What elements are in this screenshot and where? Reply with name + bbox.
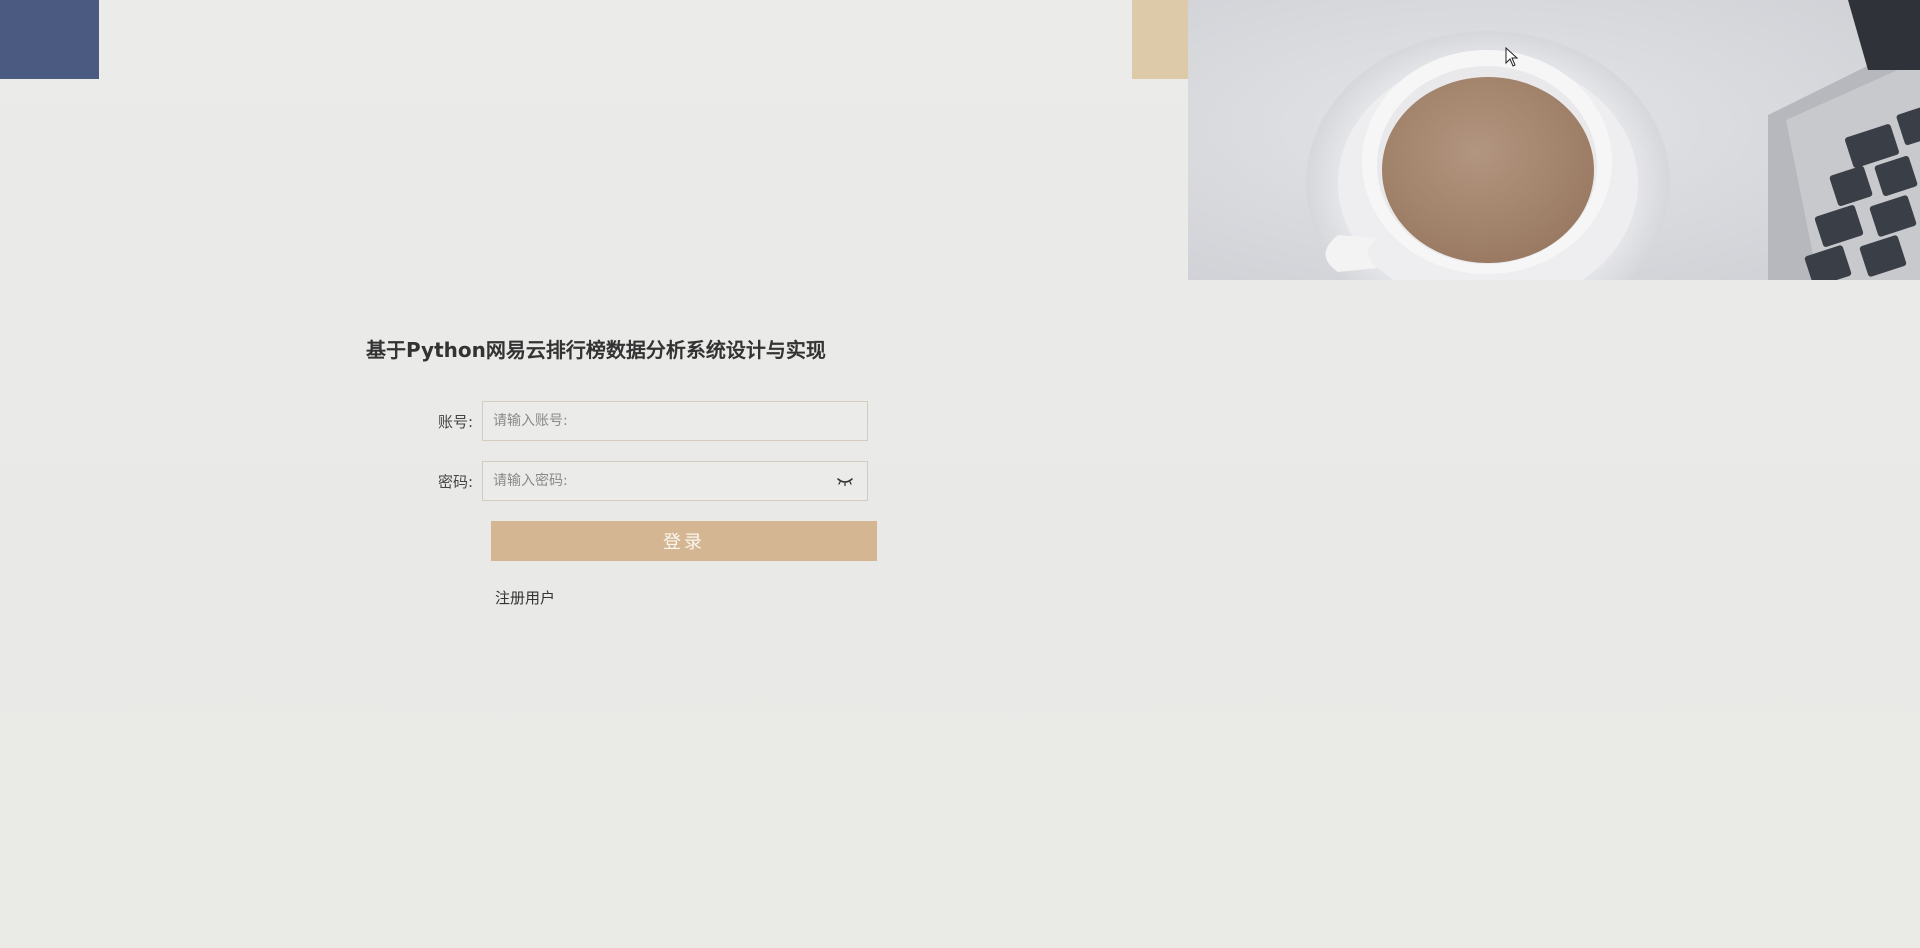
eye-closed-icon[interactable]	[836, 474, 854, 488]
page-title: 基于Python网易云排行榜数据分析系统设计与实现	[366, 338, 826, 362]
password-input[interactable]	[482, 461, 868, 501]
account-input-wrapper	[482, 401, 868, 441]
account-input[interactable]	[482, 401, 868, 441]
decorative-navy-block	[0, 0, 99, 79]
register-user-link[interactable]: 注册用户	[495, 587, 555, 608]
account-label: 账号:	[437, 412, 473, 431]
password-input-wrapper	[482, 461, 868, 501]
mouse-pointer-icon	[1505, 47, 1519, 67]
decorative-tan-block	[1132, 0, 1190, 79]
password-label: 密码:	[437, 472, 473, 491]
login-page: 基于Python网易云排行榜数据分析系统设计与实现 账号: 密码: 登录 注册用…	[0, 0, 1920, 948]
account-row: 账号:	[420, 401, 868, 441]
hero-image-coffee-laptop	[1188, 0, 1920, 280]
password-row: 密码:	[420, 461, 868, 501]
login-button[interactable]: 登录	[491, 521, 877, 561]
